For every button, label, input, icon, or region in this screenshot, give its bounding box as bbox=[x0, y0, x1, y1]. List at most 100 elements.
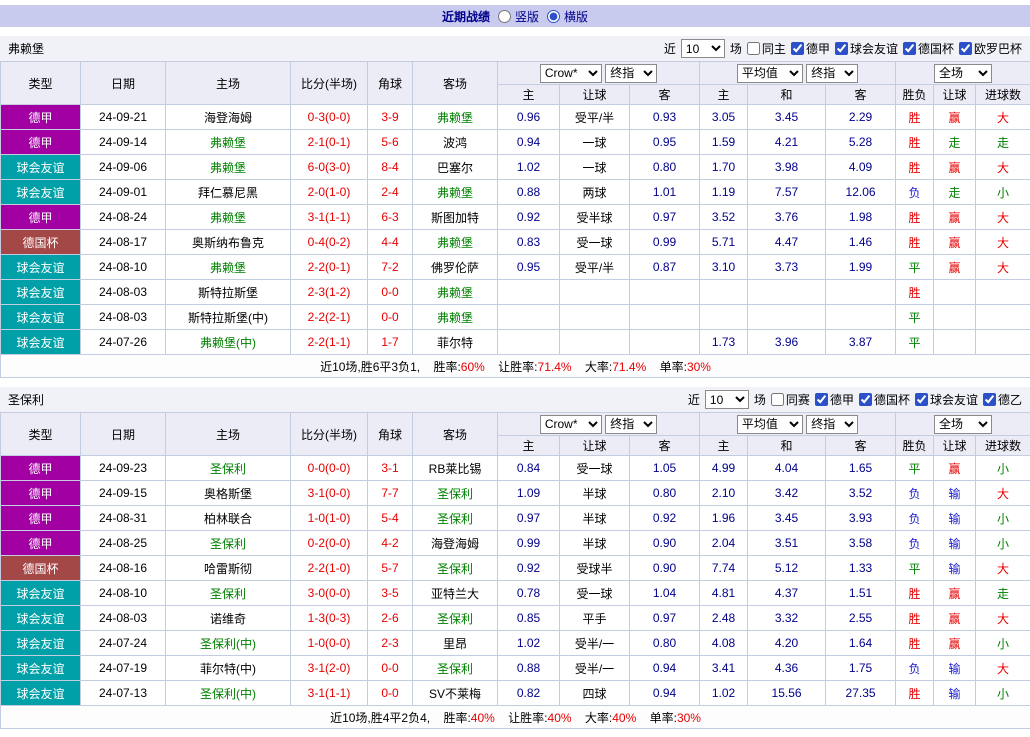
result-outcome: 负 bbox=[895, 179, 935, 205]
odds-away: 1.04 bbox=[628, 580, 701, 606]
match-row: 德甲 24-09-14 弗赖堡 2-1(0-1) 5-6 波鸿 0.94 一球 0.95 1.59… bbox=[0, 129, 1030, 155]
corner-stat: 0-0 bbox=[367, 279, 413, 305]
same-filter[interactable]: 同赛 bbox=[770, 391, 810, 408]
league-filter[interactable]: 球会友谊 bbox=[834, 40, 898, 57]
team-control-row: 圣保利 近 10 场 同赛 德甲 德国杯 球会友谊 德乙 bbox=[0, 387, 1030, 412]
corner-stat: 0-0 bbox=[367, 680, 413, 706]
odds-home: 1.02 bbox=[497, 630, 560, 656]
avg-draw: 15.56 bbox=[747, 680, 827, 706]
handicap-line: 一球 bbox=[559, 129, 630, 155]
league-checkbox[interactable] bbox=[914, 393, 928, 406]
league-checkbox[interactable] bbox=[958, 42, 972, 55]
horizontal-radio-label: 横版 bbox=[564, 9, 589, 24]
handicap-line: 受平/半 bbox=[559, 104, 630, 130]
home-team: 哈雷斯彻 bbox=[165, 555, 291, 581]
result-handicap: 赢 bbox=[933, 605, 977, 631]
result-handicap: 赢 bbox=[933, 229, 977, 255]
avg-home: 2.10 bbox=[699, 480, 749, 506]
result-goals: 大 bbox=[975, 655, 1030, 681]
avg-type-select[interactable]: 终指 bbox=[806, 414, 859, 434]
avg-type-select[interactable]: 终指 bbox=[806, 63, 859, 83]
odds-away: 0.87 bbox=[628, 254, 701, 280]
avg-draw: 3.73 bbox=[747, 254, 827, 280]
corner-stat: 6-3 bbox=[367, 204, 413, 230]
scope-select[interactable]: 全场 bbox=[934, 63, 993, 83]
same-checkbox[interactable] bbox=[746, 42, 760, 55]
avg-draw: 7.57 bbox=[747, 179, 827, 205]
avg-draw: 4.47 bbox=[747, 229, 827, 255]
vertical-radio[interactable] bbox=[497, 9, 511, 23]
layout-option-vertical[interactable]: 竖版 bbox=[497, 8, 539, 25]
corner-stat: 3-5 bbox=[367, 580, 413, 606]
home-team: 菲尔特(中) bbox=[165, 655, 291, 681]
competition-badge: 德甲 bbox=[0, 505, 81, 531]
away-team: 弗赖堡 bbox=[412, 304, 498, 330]
home-team: 弗赖堡(中) bbox=[165, 329, 291, 355]
match-row: 德国杯 24-08-17 奥斯纳布鲁克 0-4(0-2) 4-4 弗赖堡 0.83 受一球 0.… bbox=[0, 229, 1030, 255]
league-filter[interactable]: 德国杯 bbox=[858, 391, 910, 408]
match-count-select[interactable]: 10 bbox=[680, 39, 725, 58]
result-handicap: 走 bbox=[933, 129, 977, 155]
league-filter[interactable]: 德乙 bbox=[982, 391, 1022, 408]
match-date: 24-07-13 bbox=[80, 680, 166, 706]
result-outcome: 平 bbox=[895, 329, 935, 355]
handicap-line bbox=[559, 304, 630, 330]
score: 2-3(1-2) bbox=[290, 279, 368, 305]
league-filter[interactable]: 德国杯 bbox=[902, 40, 954, 57]
competition-badge: 球会友谊 bbox=[0, 154, 81, 180]
avg-home bbox=[699, 279, 749, 305]
same-checkbox[interactable] bbox=[770, 393, 784, 406]
avg-source-select[interactable]: 平均值 bbox=[736, 414, 803, 434]
home-team: 圣保利(中) bbox=[165, 680, 291, 706]
competition-badge: 球会友谊 bbox=[0, 254, 81, 280]
odds-source-select[interactable]: Crow* bbox=[539, 414, 602, 434]
league-checkbox[interactable] bbox=[790, 42, 804, 55]
handicap-line bbox=[559, 329, 630, 355]
match-date: 24-08-03 bbox=[80, 605, 166, 631]
odds-away: 0.94 bbox=[628, 655, 701, 681]
col-score: 比分(半场) bbox=[290, 61, 368, 105]
avg-home: 3.41 bbox=[699, 655, 749, 681]
avg-away: 1.51 bbox=[825, 580, 897, 606]
match-count-select[interactable]: 10 bbox=[704, 390, 749, 409]
same-filter[interactable]: 同主 bbox=[746, 40, 786, 57]
stat-value: 30% bbox=[676, 710, 701, 725]
league-filter[interactable]: 欧罗巴杯 bbox=[958, 40, 1022, 57]
avg-away: 2.55 bbox=[825, 605, 897, 631]
away-team: 波鸿 bbox=[412, 129, 498, 155]
odds-type-select[interactable]: 终指 bbox=[605, 414, 658, 434]
corner-stat: 4-2 bbox=[367, 530, 413, 556]
odds-type-select[interactable]: 终指 bbox=[605, 63, 658, 83]
league-filter[interactable]: 德甲 bbox=[814, 391, 854, 408]
away-team: 巴塞尔 bbox=[412, 154, 498, 180]
horizontal-radio[interactable] bbox=[547, 9, 560, 23]
scope-select[interactable]: 全场 bbox=[934, 414, 993, 434]
league-filter[interactable]: 德甲 bbox=[790, 40, 830, 57]
league-checkbox[interactable] bbox=[982, 393, 996, 406]
avg-source-select[interactable]: 平均值 bbox=[736, 63, 803, 83]
handicap-line: 一球 bbox=[559, 154, 630, 180]
sub-col-avg-away: 客 bbox=[825, 435, 897, 456]
header-group-row: 类型 日期 主场 比分(半场) 角球 客场 Crow* 终指 平均值 终指 全场 bbox=[0, 412, 1030, 456]
odds-away bbox=[628, 329, 701, 355]
result-handicap: 赢 bbox=[933, 455, 977, 481]
odds-home: 0.96 bbox=[497, 104, 560, 130]
summary-stat: 大率:71.4% bbox=[585, 360, 646, 374]
league-filter[interactable]: 球会友谊 bbox=[914, 391, 978, 408]
avg-draw: 4.21 bbox=[747, 129, 827, 155]
league-checkbox[interactable] bbox=[902, 42, 916, 55]
sub-col-odds-home: 主 bbox=[497, 84, 560, 105]
result-goals: 走 bbox=[975, 129, 1030, 155]
away-team: 斯图加特 bbox=[412, 204, 498, 230]
odds-source-select[interactable]: Crow* bbox=[539, 63, 602, 83]
odds-home: 0.78 bbox=[497, 580, 560, 606]
match-row: 球会友谊 24-07-26 弗赖堡(中) 2-2(1-1) 1-7 菲尔特 1.73 3.96… bbox=[0, 329, 1030, 355]
league-checkbox[interactable] bbox=[858, 393, 872, 406]
league-checkbox[interactable] bbox=[814, 393, 828, 406]
odds-away: 0.92 bbox=[628, 505, 701, 531]
score: 2-2(0-1) bbox=[290, 254, 368, 280]
league-checkbox[interactable] bbox=[834, 42, 848, 55]
handicap-line: 受一球 bbox=[559, 229, 630, 255]
home-team: 海登海姆 bbox=[165, 104, 291, 130]
layout-option-horizontal[interactable]: 横版 bbox=[547, 8, 588, 25]
